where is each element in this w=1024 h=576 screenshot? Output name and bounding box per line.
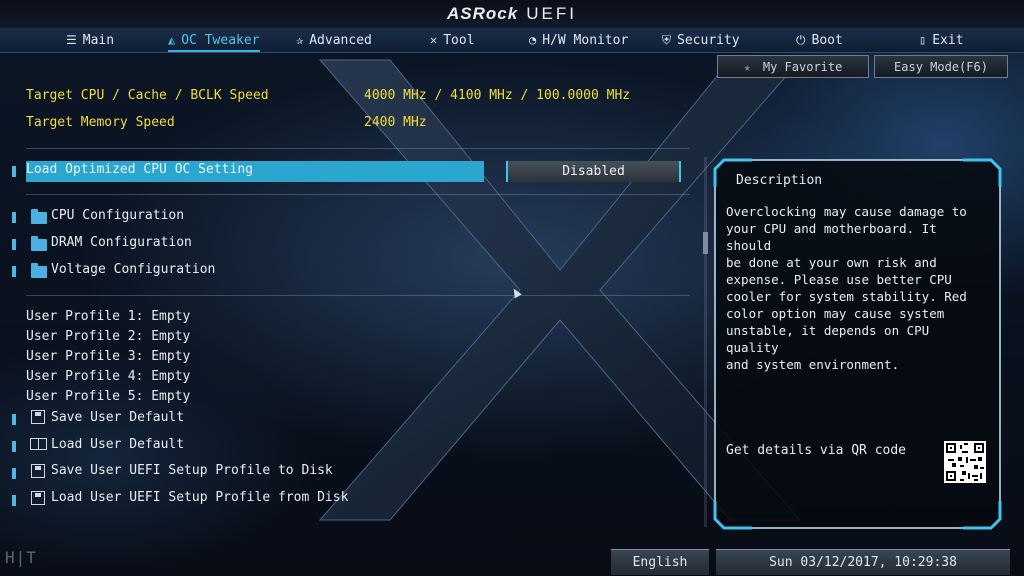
folder-icon xyxy=(31,263,47,278)
divider xyxy=(26,295,690,296)
load-optimized-oc-label: Load Optimized CPU OC Setting xyxy=(26,162,253,177)
tab-oc-tweaker[interactable]: ◭ OC Tweaker xyxy=(168,30,260,52)
user-profile-2: User Profile 2: Empty xyxy=(26,329,191,344)
selection-marker xyxy=(12,166,16,177)
nav-bar: ☰ Main ◭ OC Tweaker ✰ Advanced ✕ Tool ◔ H/W M… xyxy=(0,28,1024,53)
voltage-configuration-item[interactable]: Voltage Configuration xyxy=(51,262,215,277)
qr-code-label: Get details via QR code xyxy=(726,443,907,458)
easy-mode-button[interactable]: Easy Mode(F6) xyxy=(874,55,1008,78)
save-to-disk-icon xyxy=(31,464,45,478)
load-icon xyxy=(30,438,47,450)
load-profile-from-disk-item[interactable]: Load User UEFI Setup Profile from Disk xyxy=(51,490,348,505)
tab-advanced[interactable]: ✰ Advanced xyxy=(296,30,372,50)
load-optimized-oc-value[interactable]: Disabled xyxy=(506,161,681,182)
my-favorite-button[interactable]: ★ My Favorite xyxy=(717,55,869,78)
tools-icon: ✕ xyxy=(430,33,438,47)
shield-icon: ⛨ xyxy=(662,33,672,47)
item-marker xyxy=(12,468,16,479)
rocket-icon: ◭ xyxy=(168,33,176,47)
list-icon: ☰ xyxy=(66,33,77,47)
tab-tool[interactable]: ✕ Tool xyxy=(430,30,475,50)
language-button[interactable]: English xyxy=(611,549,709,575)
tab-main[interactable]: ☰ Main xyxy=(66,30,114,50)
user-profile-4: User Profile 4: Empty xyxy=(26,369,191,384)
top-bar: ASRock UEFI xyxy=(0,0,1024,28)
save-user-default-item[interactable]: Save User Default xyxy=(51,410,184,425)
save-icon xyxy=(31,410,45,424)
save-profile-to-disk-item[interactable]: Save User UEFI Setup Profile to Disk xyxy=(51,463,333,478)
star-icon: ★ xyxy=(743,60,751,74)
dram-configuration-item[interactable]: DRAM Configuration xyxy=(51,235,192,250)
monitor-icon: ◔ xyxy=(529,33,537,47)
target-memory-label: Target Memory Speed xyxy=(26,115,175,130)
tab-exit[interactable]: ▯ Exit xyxy=(919,30,964,50)
target-cpu-label: Target CPU / Cache / BCLK Speed xyxy=(26,88,269,103)
load-from-disk-icon xyxy=(31,491,45,505)
tab-boot[interactable]: ⏻ Boot xyxy=(796,30,843,50)
user-profile-5: User Profile 5: Empty xyxy=(26,389,191,404)
folder-icon xyxy=(31,236,47,251)
mouse-cursor-icon xyxy=(510,286,522,299)
datetime-display: Sun 03/12/2017, 10:29:38 xyxy=(716,549,1010,575)
user-profile-1: User Profile 1: Empty xyxy=(26,309,191,324)
divider xyxy=(26,148,690,149)
scrollbar-thumb[interactable] xyxy=(703,232,708,254)
user-profile-3: User Profile 3: Empty xyxy=(26,349,191,364)
star-icon: ✰ xyxy=(296,33,304,47)
brand-logo: ASRock UEFI xyxy=(447,4,577,23)
folder-icon xyxy=(31,209,47,224)
exit-icon: ▯ xyxy=(919,33,927,47)
item-marker xyxy=(12,441,16,452)
cpu-configuration-item[interactable]: CPU Configuration xyxy=(51,208,184,223)
tab-security[interactable]: ⛨ Security xyxy=(662,30,740,50)
item-marker xyxy=(12,414,16,425)
item-marker xyxy=(12,212,16,223)
qr-code-icon[interactable] xyxy=(944,441,986,483)
item-marker xyxy=(12,239,16,250)
description-title: Description xyxy=(736,173,823,188)
power-icon: ⏻ xyxy=(796,33,806,47)
scrollbar-track[interactable] xyxy=(704,157,707,527)
load-user-default-item[interactable]: Load User Default xyxy=(51,437,184,452)
watermark: H|T xyxy=(5,548,37,567)
description-text: Overclocking may cause damage to your CP… xyxy=(726,204,967,372)
target-cpu-value: 4000 MHz / 4100 MHz / 100.0000 MHz xyxy=(364,88,631,103)
tab-hw-monitor[interactable]: ◔ H/W Monitor xyxy=(529,30,628,50)
item-marker xyxy=(12,266,16,277)
item-marker xyxy=(12,495,16,506)
divider xyxy=(26,194,690,195)
target-memory-value: 2400 MHz xyxy=(364,115,427,130)
